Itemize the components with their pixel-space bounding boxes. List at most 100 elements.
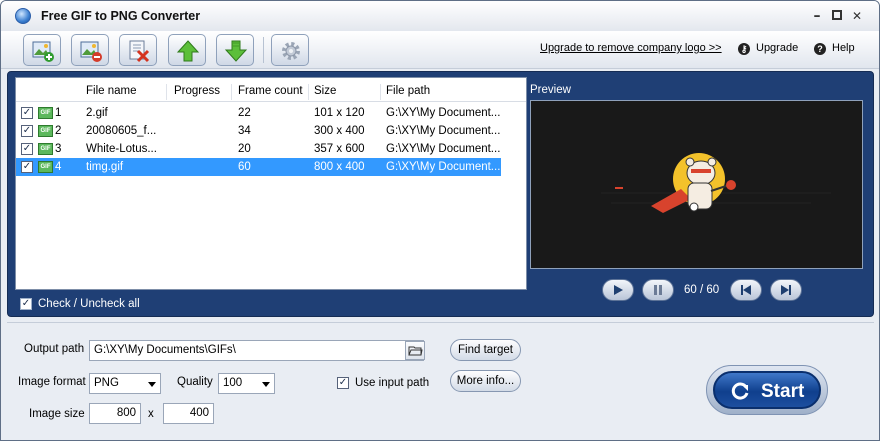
column-header-frame-count[interactable]: Frame count bbox=[238, 85, 303, 97]
row-frame-count: 20 bbox=[238, 143, 251, 155]
table-row-selected[interactable]: ✓ GIF 4 timg.gif 60 800 x 400 G:\XY\My D… bbox=[16, 158, 501, 176]
height-input[interactable]: 400 bbox=[163, 403, 214, 424]
maximize-icon[interactable] bbox=[831, 10, 843, 22]
check-all-checkbox[interactable]: ✓ bbox=[20, 298, 32, 310]
folder-icon bbox=[408, 346, 423, 356]
skip-forward-icon bbox=[781, 285, 791, 295]
gear-icon bbox=[282, 42, 300, 60]
arrow-down-icon bbox=[224, 40, 248, 62]
gif-file-icon: GIF bbox=[38, 125, 53, 137]
row-frame-count: 22 bbox=[238, 107, 251, 119]
find-target-button[interactable]: Find target bbox=[450, 339, 521, 361]
row-size: 357 x 600 bbox=[314, 143, 365, 155]
gif-file-icon: GIF bbox=[38, 143, 53, 155]
row-file-name: White-Lotus... bbox=[86, 143, 157, 155]
chevron-down-icon bbox=[148, 382, 156, 387]
clear-list-icon bbox=[129, 40, 150, 63]
quality-label: Quality bbox=[177, 376, 213, 388]
start-label: Start bbox=[761, 381, 805, 402]
browse-folder-button[interactable] bbox=[405, 341, 425, 360]
upgrade-button[interactable]: Upgrade bbox=[756, 42, 798, 54]
column-divider bbox=[308, 84, 309, 100]
file-list[interactable]: File name Progress Frame count Size File… bbox=[15, 77, 527, 290]
image-format-label: Image format bbox=[18, 376, 86, 388]
settings-button[interactable] bbox=[271, 34, 309, 66]
column-header-file-path[interactable]: File path bbox=[386, 85, 430, 97]
table-row[interactable]: ✓ GIF 3 White-Lotus... 20 357 x 600 G:\X… bbox=[16, 140, 501, 158]
row-size: 300 x 400 bbox=[314, 125, 365, 137]
column-divider bbox=[231, 84, 232, 100]
output-path-label: Output path bbox=[24, 343, 85, 355]
table-row[interactable]: ✓ GIF 2 20080605_f... 34 300 x 400 G:\XY… bbox=[16, 122, 501, 140]
image-format-value: PNG bbox=[94, 377, 119, 389]
close-icon[interactable]: ✕ bbox=[851, 10, 863, 22]
add-files-button[interactable] bbox=[23, 34, 61, 66]
row-file-name: 2.gif bbox=[86, 107, 108, 119]
row-checkbox[interactable]: ✓ bbox=[21, 107, 33, 119]
arrow-up-icon bbox=[176, 40, 200, 62]
main-panel: File name Progress Frame count Size File… bbox=[7, 71, 874, 317]
preview-label: Preview bbox=[530, 84, 571, 96]
row-file-name: 20080605_f... bbox=[86, 125, 157, 137]
row-index: 4 bbox=[55, 161, 62, 173]
row-checkbox[interactable]: ✓ bbox=[21, 125, 33, 137]
more-info-button[interactable]: More info... bbox=[450, 370, 521, 392]
row-size: 101 x 120 bbox=[314, 107, 365, 119]
frame-counter: 60 / 60 bbox=[684, 284, 720, 296]
app-logo-icon bbox=[15, 8, 31, 24]
clear-list-button[interactable] bbox=[119, 34, 157, 66]
quality-value: 100 bbox=[223, 377, 243, 389]
column-divider bbox=[380, 84, 381, 100]
check-all-label[interactable]: Check / Uncheck all bbox=[38, 298, 140, 310]
use-input-path-label[interactable]: Use input path bbox=[355, 377, 429, 389]
help-button[interactable]: Help bbox=[832, 42, 855, 54]
pause-icon bbox=[654, 285, 662, 295]
move-down-button[interactable] bbox=[216, 34, 254, 66]
upgrade-link[interactable]: Upgrade to remove company logo >> bbox=[540, 42, 722, 54]
add-image-icon bbox=[32, 41, 54, 62]
row-checkbox[interactable]: ✓ bbox=[21, 143, 33, 155]
first-frame-button[interactable] bbox=[730, 279, 762, 301]
row-index: 1 bbox=[55, 107, 62, 119]
window-title: Free GIF to PNG Converter bbox=[41, 9, 201, 23]
row-file-name: timg.gif bbox=[86, 161, 124, 173]
app-window: Free GIF to PNG Converter – ✕ Upgrade to… bbox=[0, 0, 880, 441]
preview-image bbox=[601, 153, 831, 213]
column-header-size[interactable]: Size bbox=[314, 85, 336, 97]
image-format-select[interactable]: PNG bbox=[89, 373, 161, 394]
row-file-path: G:\XY\My Document... bbox=[386, 125, 501, 137]
title-bar: Free GIF to PNG Converter – ✕ bbox=[1, 1, 879, 31]
use-input-path-checkbox[interactable]: ✓ bbox=[337, 377, 349, 389]
minimize-icon[interactable]: – bbox=[811, 9, 823, 23]
row-frame-count: 34 bbox=[238, 125, 251, 137]
pause-button[interactable] bbox=[642, 279, 674, 301]
column-header-file-name[interactable]: File name bbox=[86, 85, 137, 97]
start-button[interactable]: Start bbox=[713, 371, 821, 409]
remove-image-icon bbox=[80, 41, 102, 62]
image-size-label: Image size bbox=[29, 408, 85, 420]
play-button[interactable] bbox=[602, 279, 634, 301]
last-frame-button[interactable] bbox=[770, 279, 802, 301]
row-index: 3 bbox=[55, 143, 62, 155]
play-icon bbox=[614, 285, 623, 295]
preview-canvas bbox=[530, 100, 863, 269]
row-checkbox[interactable]: ✓ bbox=[21, 161, 33, 173]
toolbar-separator bbox=[263, 37, 264, 63]
gif-file-icon: GIF bbox=[38, 161, 53, 173]
options-panel: Output path G:\XY\My Documents\GIFs\ Fin… bbox=[7, 322, 874, 434]
refresh-icon bbox=[731, 382, 749, 400]
chevron-down-icon bbox=[262, 382, 270, 387]
row-frame-count: 60 bbox=[238, 161, 251, 173]
row-size: 800 x 400 bbox=[314, 161, 365, 173]
move-up-button[interactable] bbox=[168, 34, 206, 66]
row-file-path: G:\XY\My Document... bbox=[386, 143, 501, 155]
row-index: 2 bbox=[55, 125, 62, 137]
remove-file-button[interactable] bbox=[71, 34, 109, 66]
start-button-frame: Start bbox=[706, 365, 828, 415]
key-icon: ⚷ bbox=[738, 43, 750, 55]
column-header-progress[interactable]: Progress bbox=[174, 85, 220, 97]
width-input[interactable]: 800 bbox=[89, 403, 141, 424]
output-path-field[interactable]: G:\XY\My Documents\GIFs\ bbox=[89, 340, 424, 361]
quality-select[interactable]: 100 bbox=[218, 373, 275, 394]
table-row[interactable]: ✓ GIF 1 2.gif 22 101 x 120 G:\XY\My Docu… bbox=[16, 104, 501, 122]
